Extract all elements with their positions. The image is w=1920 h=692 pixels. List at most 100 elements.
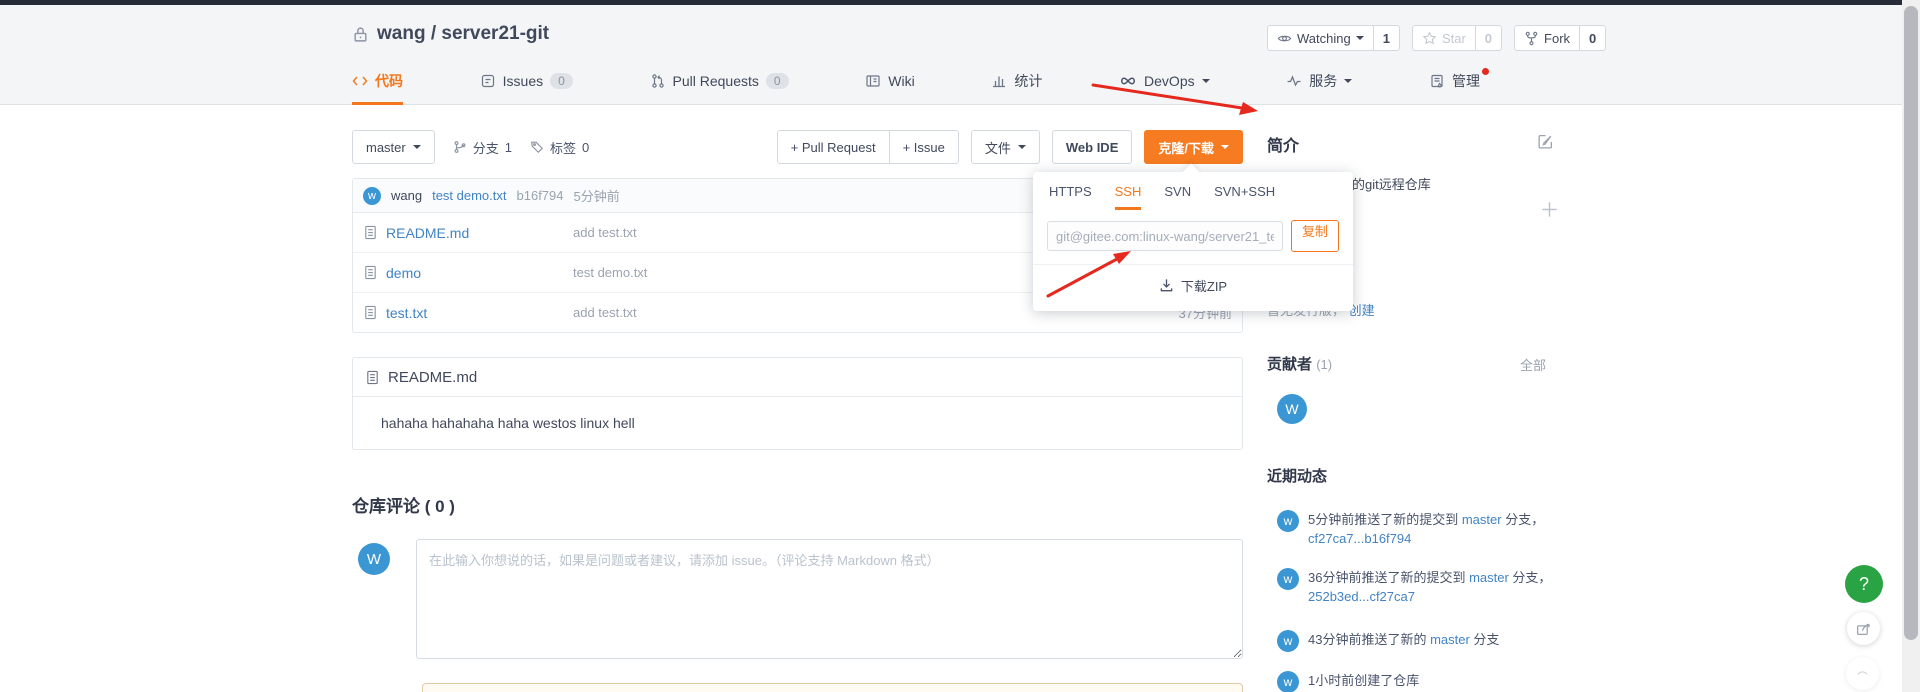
commit-message-link[interactable]: test demo.txt (432, 188, 506, 203)
tags-stat[interactable]: 标签 0 (530, 138, 589, 157)
current-user-avatar[interactable]: W (358, 543, 390, 575)
contributors-heading: 贡献者 (1) (1267, 353, 1332, 374)
pr-issue-group: + Pull Request + Issue (776, 130, 959, 164)
file-name-link[interactable]: test.txt (386, 305, 427, 321)
commit-range-link[interactable]: cf27ca7...b16f794 (1308, 531, 1411, 546)
clone-download-button[interactable]: 克隆/下载 (1144, 130, 1243, 164)
watching-count[interactable]: 1 (1372, 25, 1400, 51)
contributor-avatar[interactable]: W (1277, 394, 1307, 424)
pr-count-badge: 0 (765, 73, 789, 89)
document-icon (365, 370, 380, 385)
tab-pull-requests[interactable]: Pull Requests 0 (650, 60, 789, 105)
notification-dot (1481, 68, 1489, 75)
new-pull-request-button[interactable]: + Pull Request (776, 130, 890, 164)
help-button[interactable]: ? (1845, 565, 1883, 603)
activity-avatar[interactable]: w (1277, 671, 1299, 692)
commit-range-link[interactable]: 252b3ed...cf27ca7 (1308, 589, 1415, 604)
branch-link[interactable]: master (1469, 570, 1509, 585)
tab-svn[interactable]: SVN (1164, 184, 1191, 210)
share-button[interactable] (1847, 612, 1880, 645)
commit-author[interactable]: wang (391, 188, 422, 203)
readme-title: README.md (388, 368, 478, 386)
tab-label: DevOps (1144, 73, 1195, 89)
fork-button[interactable]: Fork (1514, 25, 1581, 51)
activity-avatar[interactable]: w (1277, 510, 1299, 532)
download-zip-label: 下载ZIP (1180, 278, 1228, 294)
comment-input[interactable] (416, 539, 1243, 659)
tab-statistics[interactable]: 统计 (991, 60, 1042, 105)
tab-devops[interactable]: DevOps (1119, 60, 1210, 105)
tab-label: 代码 (375, 73, 403, 89)
tab-label: Wiki (888, 73, 915, 89)
list-item: w 1小时前创建了仓库 (1277, 671, 1555, 692)
tab-label: Pull Requests (672, 73, 759, 89)
download-icon (1159, 278, 1174, 293)
commit-author-avatar[interactable]: w (363, 186, 381, 205)
activity-avatar[interactable]: w (1277, 568, 1299, 590)
readme-header: README.md (353, 358, 1242, 397)
file-name-link[interactable]: demo (386, 265, 421, 281)
scroll-top-button[interactable] (1846, 657, 1879, 690)
activity-text: 5分钟前推送了新的提交到 master 分支， cf27ca7...b16f794 (1308, 510, 1553, 548)
file-name-link[interactable]: README.md (386, 225, 469, 241)
issues-icon (480, 73, 496, 89)
scrollbar-track[interactable] (1902, 0, 1920, 692)
fork-icon (1524, 31, 1539, 46)
tab-services[interactable]: 服务 (1286, 60, 1353, 105)
activity-prefix: 1小时前创建了仓库 (1308, 673, 1420, 688)
tab-code[interactable]: 代码 (352, 60, 403, 105)
issues-count-badge: 0 (550, 73, 573, 89)
tab-issues[interactable]: Issues 0 (480, 60, 573, 105)
branch-link[interactable]: master (1430, 632, 1470, 647)
commit-hash[interactable]: b16f794 (517, 188, 564, 203)
tab-manage[interactable]: 管理 (1429, 60, 1489, 105)
tab-wiki[interactable]: Wiki (865, 60, 915, 105)
scrollbar-thumb[interactable] (1904, 6, 1918, 640)
arrow-up-icon (1855, 666, 1870, 681)
star-count[interactable]: 0 (1474, 25, 1503, 51)
gitee-repo-page: wang / server21-git Watching 1 Star 0 Fo… (0, 0, 1920, 692)
add-label-icon[interactable] (1540, 200, 1559, 219)
branches-count: 1 (504, 139, 512, 155)
pulse-icon (1286, 73, 1302, 89)
repo-header: wang / server21-git Watching 1 Star 0 Fo… (0, 5, 1920, 105)
watching-button[interactable]: Watching (1267, 25, 1374, 51)
activity-prefix: 5分钟前推送了新的提交到 (1308, 512, 1462, 527)
bar-chart-icon (991, 73, 1007, 89)
tab-ssh[interactable]: SSH (1114, 184, 1142, 210)
edit-intro-icon[interactable] (1537, 133, 1554, 150)
tab-https[interactable]: HTTPS (1049, 184, 1092, 210)
fork-count[interactable]: 0 (1579, 25, 1607, 51)
branch-icon (453, 140, 467, 154)
file-menu-label: 文件 (984, 140, 1011, 156)
activity-middle: 分支， (1508, 570, 1552, 585)
web-ide-button[interactable]: Web IDE (1051, 130, 1133, 164)
list-item: w 36分钟前推送了新的提交到 master 分支， 252b3ed...cf27… (1277, 568, 1555, 606)
clone-url-input[interactable] (1047, 221, 1283, 251)
copy-button[interactable]: 复制 (1290, 220, 1339, 252)
branches-stat[interactable]: 分支 1 (453, 138, 512, 157)
new-issue-button[interactable]: + Issue (888, 130, 959, 164)
eye-icon (1277, 31, 1292, 46)
clone-download-dropdown: HTTPS SSH SVN SVN+SSH 复制 下载ZIP (1033, 163, 1353, 311)
branches-label: 分支 (472, 140, 499, 156)
wiki-icon (865, 73, 881, 89)
tab-svn-ssh[interactable]: SVN+SSH (1214, 184, 1275, 210)
file-icon (363, 305, 378, 320)
readme-panel: README.md hahaha hahahaha haha westos li… (352, 357, 1243, 450)
star-button[interactable]: Star (1411, 25, 1476, 51)
branch-selector[interactable]: master (352, 130, 435, 164)
tags-label: 标签 (549, 140, 576, 156)
contributors-all-link[interactable]: 全部 (1520, 355, 1546, 374)
activity-avatar[interactable]: w (1277, 630, 1299, 652)
caret-down-icon (1344, 79, 1353, 87)
file-icon (363, 225, 378, 240)
branch-link[interactable]: master (1462, 512, 1502, 527)
file-icon (363, 265, 378, 280)
star-group: Star 0 (1411, 25, 1503, 51)
infinity-icon (1119, 73, 1137, 89)
file-menu-button[interactable]: 文件 (970, 130, 1040, 164)
download-zip-button[interactable]: 下载ZIP (1033, 265, 1353, 305)
caret-down-icon (1355, 36, 1364, 44)
code-icon (352, 73, 368, 89)
